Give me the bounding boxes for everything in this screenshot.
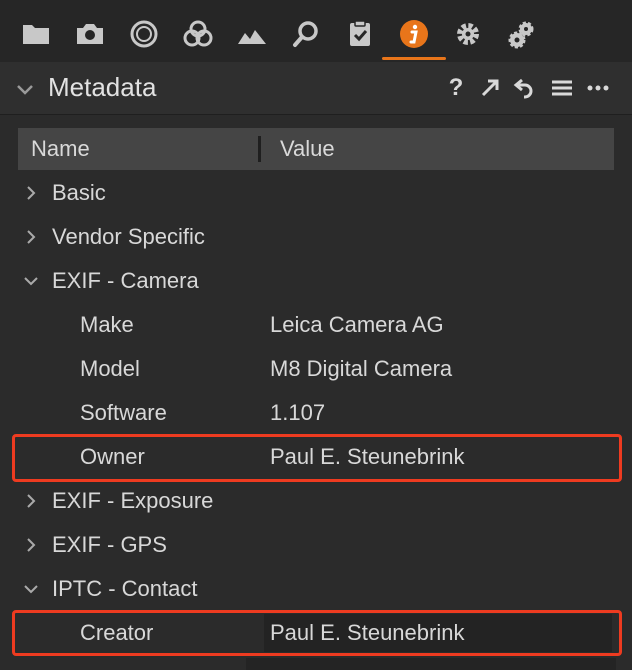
chevron-down-icon[interactable]	[14, 78, 36, 100]
gear-icon	[457, 23, 479, 45]
color-circles-icon	[183, 20, 213, 47]
row-value: M8 Digital Camera	[270, 356, 453, 381]
reset-icon	[513, 78, 533, 99]
gears-icon	[508, 21, 534, 49]
tab-output[interactable]	[448, 14, 488, 54]
row-label: EXIF - GPS	[52, 532, 167, 557]
tab-library[interactable]	[16, 14, 56, 54]
tab-metadata[interactable]	[382, 14, 446, 60]
tab-exposure[interactable]	[232, 14, 272, 54]
next-row-value-field-partial[interactable]	[246, 658, 616, 670]
metadata-panel-header: Metadata ?	[0, 62, 632, 115]
tab-batch[interactable]	[502, 14, 542, 54]
chevron-down-icon	[24, 585, 38, 594]
chevron-right-icon	[27, 186, 36, 200]
help-icon: ?	[448, 74, 464, 101]
row-value: 1.107	[270, 400, 326, 425]
table-header: Name Value	[18, 128, 614, 170]
column-header-value[interactable]: Value	[280, 136, 335, 162]
row-label: Make	[80, 312, 134, 337]
row-value: Leica Camera AG	[270, 312, 444, 337]
column-divider[interactable]	[258, 136, 261, 162]
expand-button[interactable]	[476, 74, 504, 102]
tab-adjustments[interactable]	[340, 14, 380, 54]
expand-arrow-icon	[481, 79, 499, 97]
row-label: Model	[80, 356, 140, 381]
tab-lens[interactable]	[124, 14, 164, 54]
row-label: Basic	[52, 180, 106, 205]
chevron-right-icon	[27, 494, 36, 508]
row-label: Software	[80, 400, 167, 425]
panel-title: Metadata	[48, 72, 157, 102]
table-row-model[interactable]: Model M8 Digital Camera	[18, 348, 614, 392]
owner-highlight-box	[12, 434, 622, 482]
folder-icon	[23, 25, 49, 44]
row-label: IPTC - Contact	[52, 576, 198, 601]
camera-icon	[77, 24, 103, 44]
tab-color[interactable]	[178, 14, 218, 54]
chevron-right-icon	[27, 230, 36, 244]
more-button[interactable]	[584, 74, 612, 102]
info-icon	[400, 20, 428, 48]
chevron-right-icon	[27, 538, 36, 552]
group-row-exif-exposure[interactable]: EXIF - Exposure	[18, 480, 614, 524]
metadata-table: Name Value Basic Vendor Specific EXIF - …	[12, 128, 622, 670]
creator-highlight-box	[12, 610, 622, 656]
group-row-iptc-contact[interactable]: IPTC - Contact	[18, 568, 614, 612]
lens-circle-icon	[130, 20, 158, 48]
group-row-exif-camera[interactable]: EXIF - Camera	[18, 260, 614, 304]
tab-capture[interactable]	[70, 14, 110, 54]
column-header-name[interactable]: Name	[31, 136, 90, 162]
tool-tab-bar	[0, 0, 632, 63]
magnifier-icon	[293, 21, 318, 47]
help-button[interactable]: ?	[442, 74, 470, 102]
more-icon	[587, 85, 609, 91]
row-label: EXIF - Camera	[52, 268, 199, 293]
group-row-exif-gps[interactable]: EXIF - GPS	[18, 524, 614, 568]
table-row-make[interactable]: Make Leica Camera AG	[18, 304, 614, 348]
group-row-vendor-specific[interactable]: Vendor Specific	[18, 216, 614, 260]
table-row-software[interactable]: Software 1.107	[18, 392, 614, 436]
tab-details[interactable]	[286, 14, 326, 54]
menu-icon	[552, 80, 572, 96]
row-label: EXIF - Exposure	[52, 488, 214, 513]
menu-button[interactable]	[548, 74, 576, 102]
chevron-down-icon	[24, 277, 38, 286]
exposure-mountain-icon	[238, 30, 266, 44]
group-row-basic[interactable]: Basic	[18, 172, 614, 216]
clipboard-check-icon	[350, 20, 370, 46]
reset-button[interactable]	[510, 74, 538, 102]
row-label: Vendor Specific	[52, 224, 205, 249]
